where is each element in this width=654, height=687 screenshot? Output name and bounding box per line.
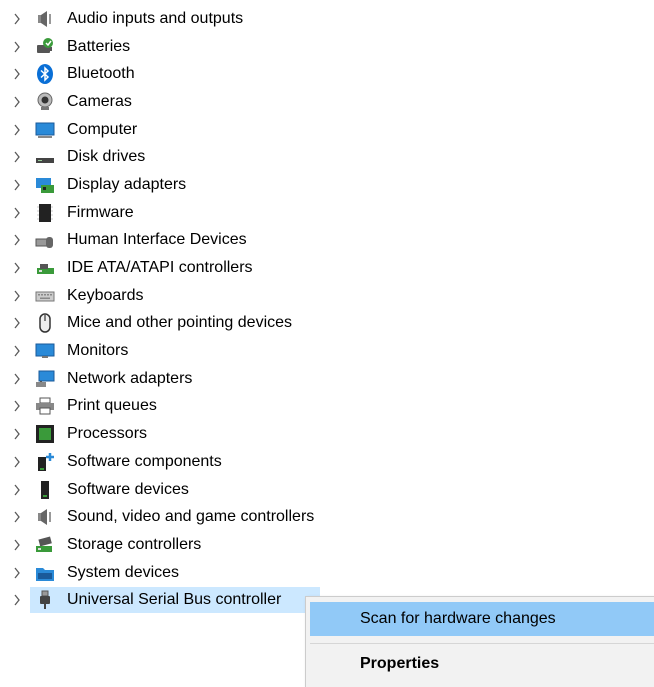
tree-item-label: Print queues [67, 397, 157, 415]
chevron-right-icon[interactable] [12, 95, 22, 109]
chevron-right-icon[interactable] [12, 344, 22, 358]
tree-item-computer[interactable]: Computer [0, 116, 654, 144]
tree-item-batteries[interactable]: Batteries [0, 33, 654, 61]
chevron-right-icon[interactable] [12, 427, 22, 441]
tree-item-sound[interactable]: Sound, video and game controllers [0, 503, 654, 531]
tree-item-firmware[interactable]: Firmware [0, 199, 654, 227]
tree-item-label: Audio inputs and outputs [67, 9, 244, 27]
processor-icon [35, 424, 55, 444]
disk-drive-icon [35, 147, 55, 167]
chevron-right-icon[interactable] [12, 123, 22, 137]
tree-item-label: Keyboards [67, 286, 144, 304]
sound-icon [35, 507, 55, 527]
chevron-right-icon[interactable] [12, 40, 22, 54]
tree-item-software-devices[interactable]: Software devices [0, 476, 654, 504]
chevron-right-icon[interactable] [12, 455, 22, 469]
tree-item-label: Storage controllers [67, 535, 202, 553]
chevron-right-icon[interactable] [12, 483, 22, 497]
battery-icon [35, 37, 55, 57]
storage-controller-icon [35, 535, 55, 555]
tree-item-label: Universal Serial Bus controller [67, 591, 282, 609]
tree-item-label: Processors [67, 425, 148, 443]
camera-icon [35, 92, 55, 112]
properties-menu-item[interactable]: Properties [310, 647, 654, 681]
tree-item-label: Mice and other pointing devices [67, 314, 293, 332]
bluetooth-icon [35, 64, 55, 85]
chevron-right-icon[interactable] [12, 289, 22, 303]
chevron-right-icon[interactable] [12, 538, 22, 552]
chevron-right-icon[interactable] [12, 510, 22, 524]
tree-item-label: Display adapters [67, 175, 187, 193]
computer-icon [35, 120, 55, 140]
hid-icon [35, 230, 55, 250]
context-menu: Scan for hardware changes Properties [305, 596, 654, 687]
chevron-right-icon[interactable] [12, 593, 22, 607]
chevron-right-icon[interactable] [12, 372, 22, 386]
tree-item-label: Disk drives [67, 148, 146, 166]
tree-item-bluetooth[interactable]: Bluetooth [0, 60, 654, 88]
tree-item-software-components[interactable]: Software components [0, 448, 654, 476]
menu-separator [310, 643, 654, 644]
tree-item-cameras[interactable]: Cameras [0, 88, 654, 116]
tree-item-audio[interactable]: Audio inputs and outputs [0, 5, 654, 33]
scan-for-hardware-changes-menu-item[interactable]: Scan for hardware changes [310, 602, 654, 636]
tree-item-label: System devices [67, 563, 180, 581]
tree-item-hid[interactable]: Human Interface Devices [0, 227, 654, 255]
chevron-right-icon[interactable] [12, 233, 22, 247]
tree-item-label: Sound, video and game controllers [67, 508, 315, 526]
tree-item-label: Network adapters [67, 369, 193, 387]
ide-controller-icon [35, 258, 55, 278]
chevron-right-icon[interactable] [12, 67, 22, 81]
chevron-right-icon[interactable] [12, 316, 22, 330]
tree-item-print-queues[interactable]: Print queues [0, 393, 654, 421]
tree-item-label: Software components [67, 452, 222, 470]
tree-item-ide[interactable]: IDE ATA/ATAPI controllers [0, 254, 654, 282]
tree-item-label: Firmware [67, 203, 134, 221]
tree-item-label: Human Interface Devices [67, 231, 247, 249]
printer-icon [35, 396, 55, 416]
mouse-icon [35, 313, 55, 334]
tree-item-label: IDE ATA/ATAPI controllers [67, 259, 253, 277]
menu-item-label: Scan for hardware changes [360, 610, 556, 627]
software-component-icon [35, 452, 55, 472]
usb-icon [35, 590, 55, 610]
display-adapter-icon [35, 175, 55, 195]
chevron-right-icon[interactable] [12, 12, 22, 26]
tree-item-label: Bluetooth [67, 65, 135, 83]
chevron-right-icon[interactable] [12, 206, 22, 220]
tree-item-network-adapters[interactable]: Network adapters [0, 365, 654, 393]
chevron-right-icon[interactable] [12, 566, 22, 580]
tree-item-processors[interactable]: Processors [0, 420, 654, 448]
device-tree: Audio inputs and outputs Batteries Bluet… [0, 5, 654, 614]
tree-item-label: Monitors [67, 342, 129, 360]
software-device-icon [35, 480, 55, 500]
system-devices-icon [35, 563, 55, 583]
keyboard-icon [35, 286, 55, 306]
speaker-icon [35, 9, 55, 29]
tree-item-label: Cameras [67, 92, 132, 110]
chevron-right-icon[interactable] [12, 399, 22, 413]
tree-item-monitors[interactable]: Monitors [0, 337, 654, 365]
chevron-right-icon[interactable] [12, 150, 22, 164]
tree-item-mice[interactable]: Mice and other pointing devices [0, 310, 654, 338]
monitor-icon [35, 341, 55, 361]
menu-item-label: Properties [360, 655, 440, 672]
tree-item-keyboards[interactable]: Keyboards [0, 282, 654, 310]
tree-item-disk-drives[interactable]: Disk drives [0, 143, 654, 171]
tree-item-storage-controllers[interactable]: Storage controllers [0, 531, 654, 559]
tree-item-label: Batteries [67, 37, 131, 55]
tree-item-display-adapters[interactable]: Display adapters [0, 171, 654, 199]
chevron-right-icon[interactable] [12, 261, 22, 275]
tree-item-system-devices[interactable]: System devices [0, 559, 654, 587]
tree-item-label: Software devices [67, 480, 189, 498]
tree-item-label: Computer [67, 120, 138, 138]
network-adapter-icon [35, 369, 55, 389]
firmware-chip-icon [35, 203, 55, 223]
chevron-right-icon[interactable] [12, 178, 22, 192]
